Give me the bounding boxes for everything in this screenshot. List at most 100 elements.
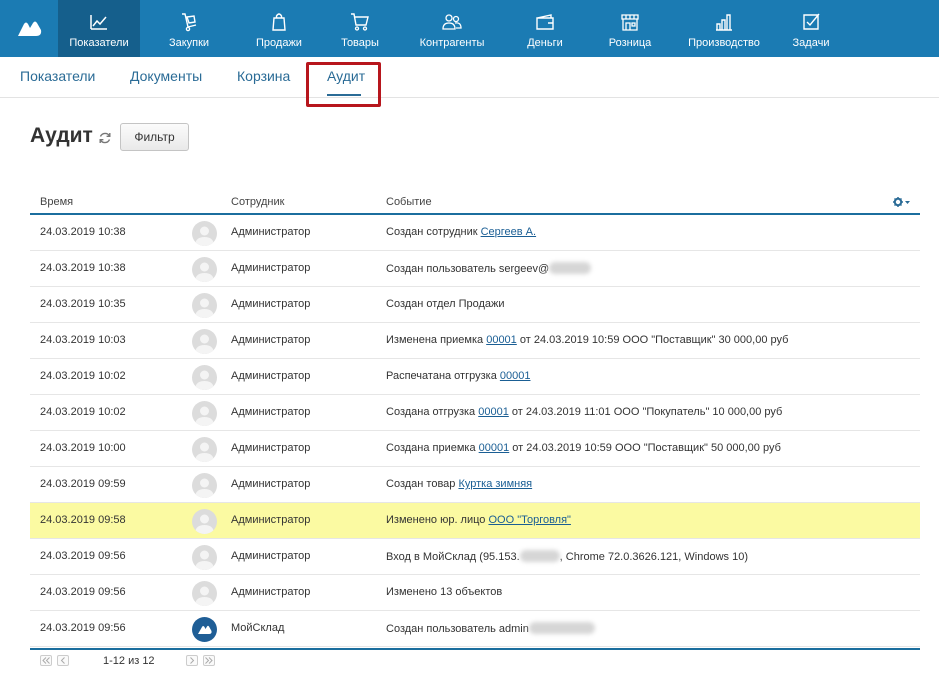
event-link[interactable]: Куртка зимняя xyxy=(458,478,532,490)
table-row[interactable]: 24.03.2019 09:56 МойСклад Создан пользоват… xyxy=(30,611,920,647)
table-row[interactable]: 24.03.2019 09:56 Администратор Вход в МойС… xyxy=(30,539,920,575)
row-time: 24.03.2019 10:02 xyxy=(40,370,126,382)
row-time: 24.03.2019 10:38 xyxy=(40,226,126,238)
row-event: Распечатана отгрузка 00001 xyxy=(386,370,530,382)
row-event: Создан отдел Продажи xyxy=(386,298,505,310)
event-link[interactable]: 00001 xyxy=(500,370,531,382)
event-text: Создана приемка xyxy=(386,442,479,454)
event-link[interactable]: ООО "Торговля" xyxy=(488,514,570,526)
nav-item-sales[interactable]: Продажи xyxy=(238,0,320,57)
nav-item-tasks[interactable]: Задачи xyxy=(774,0,848,57)
user-silhouette-icon xyxy=(195,262,214,282)
table-row[interactable]: 24.03.2019 10:02 Администратор Распечатана… xyxy=(30,359,920,395)
subtab-documents[interactable]: Документы xyxy=(130,68,202,84)
filter-button[interactable]: Фильтр xyxy=(120,123,189,151)
cart-dolly-icon xyxy=(182,13,197,32)
row-time: 24.03.2019 09:56 xyxy=(40,622,126,634)
row-employee: Администратор xyxy=(231,550,311,562)
table-row[interactable]: 24.03.2019 10:02 Администратор Создана отг… xyxy=(30,395,920,431)
nav-item-label: Контрагенты xyxy=(419,37,485,49)
moysklad-avatar xyxy=(192,617,217,642)
event-text: Изменено юр. лицо xyxy=(386,514,489,526)
nav-item-purchases[interactable]: Закупки xyxy=(140,0,238,57)
table-row[interactable]: 24.03.2019 10:00 Администратор Создана при… xyxy=(30,431,920,467)
user-silhouette-icon xyxy=(195,442,214,462)
nav-item-money[interactable]: Деньги xyxy=(504,0,586,57)
nav-item-label: Производство xyxy=(688,37,760,49)
prev-page-button[interactable] xyxy=(57,655,69,666)
event-suffix: от 24.03.2019 10:59 ООО "Поставщик" 50 0… xyxy=(509,442,781,454)
nav-item-label: Розница xyxy=(608,37,652,49)
redacted-text xyxy=(528,622,595,634)
table-header: Время Сотрудник Событие xyxy=(30,190,920,215)
nav-item-label: Продажи xyxy=(256,37,302,49)
row-employee: Администратор xyxy=(231,334,311,346)
row-event: Изменено 13 объектов xyxy=(386,586,502,598)
row-employee: Администратор xyxy=(231,262,311,274)
row-employee: Администратор xyxy=(231,586,311,598)
column-header-time[interactable]: Время xyxy=(40,196,73,208)
table-bottom-border xyxy=(30,648,920,650)
row-time: 24.03.2019 10:00 xyxy=(40,442,126,454)
user-silhouette-icon xyxy=(195,550,214,570)
moysklad-logo[interactable] xyxy=(0,0,58,57)
table-row[interactable]: 24.03.2019 09:58 Администратор Изменено юр… xyxy=(30,503,920,539)
avatar xyxy=(192,401,217,426)
chevron-left-icon xyxy=(60,657,65,664)
nav-item-goods[interactable]: Товары xyxy=(320,0,400,57)
next-page-button[interactable] xyxy=(186,655,198,666)
table-row[interactable]: 24.03.2019 10:38 Администратор Создан сотр… xyxy=(30,215,920,251)
nav-item-label: Товары xyxy=(341,37,379,49)
row-employee: Администратор xyxy=(231,406,311,418)
event-link[interactable]: Сергеев А. xyxy=(481,226,536,238)
table-row[interactable]: 24.03.2019 10:38 Администратор Создан поль… xyxy=(30,251,920,287)
nav-item-production[interactable]: Производство xyxy=(674,0,774,57)
column-header-employee[interactable]: Сотрудник xyxy=(231,196,284,208)
event-text: Создан отдел Продажи xyxy=(386,298,505,310)
audit-table: Время Сотрудник Событие 24.03.2019 10:38… xyxy=(30,190,920,647)
first-page-button[interactable] xyxy=(40,655,52,666)
row-event: Создана отгрузка 00001 от 24.03.2019 11:… xyxy=(386,406,782,418)
event-text: Изменено 13 объектов xyxy=(386,586,503,598)
row-event: Изменено юр. лицо ООО "Торговля" xyxy=(386,514,571,526)
table-row[interactable]: 24.03.2019 09:59 Администратор Создан това… xyxy=(30,467,920,503)
nav-item-indicators[interactable]: Показатели xyxy=(58,0,140,57)
nav-item-counterparties[interactable]: Контрагенты xyxy=(400,0,504,57)
redacted-text xyxy=(549,262,592,274)
column-header-event[interactable]: Событие xyxy=(386,196,432,208)
user-silhouette-icon xyxy=(195,334,214,354)
row-employee: Администратор xyxy=(231,226,311,238)
user-silhouette-icon xyxy=(195,226,214,246)
gear-icon[interactable] xyxy=(893,196,911,208)
table-row[interactable]: 24.03.2019 10:35 Администратор Создан отде… xyxy=(30,287,920,323)
checkbox-icon xyxy=(803,13,820,30)
subtab-indicators[interactable]: Показатели xyxy=(20,68,95,84)
row-event: Создан пользователь admin xyxy=(386,622,595,635)
nav-item-label: Деньги xyxy=(527,37,563,49)
last-page-button[interactable] xyxy=(203,655,215,666)
event-link[interactable]: 00001 xyxy=(486,334,517,346)
event-link[interactable]: 00001 xyxy=(479,442,510,454)
people-icon xyxy=(442,14,462,30)
nav-item-label: Закупки xyxy=(168,37,210,49)
row-time: 24.03.2019 10:35 xyxy=(40,298,126,310)
subtab-trash[interactable]: Корзина xyxy=(237,68,290,84)
event-link[interactable]: 00001 xyxy=(478,406,509,418)
factory-icon xyxy=(716,14,732,31)
refresh-icon[interactable] xyxy=(98,131,112,145)
nav-item-label: Показатели xyxy=(69,37,129,49)
nav-item-retail[interactable]: Розница xyxy=(586,0,674,57)
row-time: 24.03.2019 10:38 xyxy=(40,262,126,274)
user-silhouette-icon xyxy=(195,370,214,390)
event-text: Вход в МойСклад (95.153. xyxy=(386,551,520,563)
event-text: Создан сотрудник xyxy=(386,226,481,238)
callout-highlight-box xyxy=(306,62,381,107)
row-employee: МойСклад xyxy=(231,622,285,634)
user-silhouette-icon xyxy=(195,406,214,426)
table-row[interactable]: 24.03.2019 10:03 Администратор Изменена пр… xyxy=(30,323,920,359)
avatar xyxy=(192,257,217,282)
table-row[interactable]: 24.03.2019 09:56 Администратор Изменено 13… xyxy=(30,575,920,611)
event-text: Создан пользователь sergeev@ xyxy=(386,263,550,275)
pagination-range: 1-12 из 12 xyxy=(103,655,155,667)
user-silhouette-icon xyxy=(195,586,214,606)
